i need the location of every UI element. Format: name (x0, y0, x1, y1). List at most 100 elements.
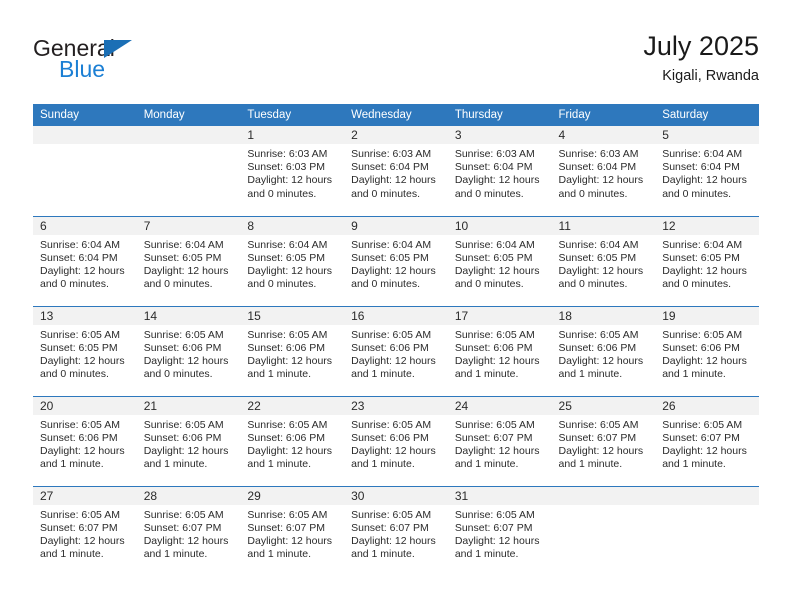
day-info-daylight1: Daylight: 12 hours (558, 264, 644, 277)
weekday-header: Sunday Monday Tuesday Wednesday Thursday Frid… (33, 104, 759, 126)
day-info: Sunrise: 6:05 AM Sunset: 6:07 PM Daylight:… (33, 505, 137, 562)
title-block: July 2025 Kigali, Rwanda (643, 30, 759, 86)
day-info-daylight1: Daylight: 12 hours (454, 534, 540, 547)
calendar-cell-day-31[interactable]: 31 Sunrise: 6:05 AM Sunset: 6:07 PM Dayligh… (447, 485, 552, 576)
calendar-cell-day-29[interactable]: 29 Sunrise: 6:05 AM Sunset: 6:07 PM Dayligh… (240, 485, 345, 576)
day-info: Sunrise: 6:05 AM Sunset: 6:06 PM Daylight:… (552, 325, 656, 382)
calendar-cell-day-11[interactable]: 11 Sunrise: 6:04 AM Sunset: 6:05 PM Dayligh… (551, 215, 656, 306)
day-info-daylight2: and 0 minutes. (247, 187, 317, 200)
day-info-daylight1: Daylight: 12 hours (247, 444, 333, 457)
day-info-sunrise: Sunrise: 6:05 AM (40, 418, 120, 431)
day-number: 3 (447, 126, 552, 144)
day-info-daylight1: Daylight: 12 hours (143, 444, 229, 457)
day-info-daylight1: Daylight: 12 hours (351, 264, 436, 277)
day-info-daylight2: and 1 minute. (40, 458, 104, 471)
calendar-cell-day-25[interactable]: 25 Sunrise: 6:05 AM Sunset: 6:07 PM Dayligh… (551, 395, 656, 486)
day-info: Sunrise: 6:05 AM Sunset: 6:06 PM Daylight:… (137, 325, 241, 382)
calendar-cell-day-14[interactable]: 14 Sunrise: 6:05 AM Sunset: 6:06 PM Dayligh… (136, 305, 241, 396)
calendar-cell-day-22[interactable]: 22 Sunrise: 6:05 AM Sunset: 6:06 PM Dayligh… (240, 395, 345, 486)
day-info-daylight2: and 1 minute. (351, 548, 415, 561)
calendar-cell-day-9[interactable]: 9 Sunrise: 6:04 AM Sunset: 6:05 PM Daylight… (344, 215, 448, 306)
day-info-daylight2: and 0 minutes. (662, 278, 732, 291)
day-number: 21 (136, 396, 241, 415)
day-info-daylight2: and 1 minute. (247, 368, 312, 381)
day-info-sunset: Sunset: 6:06 PM (558, 341, 637, 354)
day-info-sunset: Sunset: 6:06 PM (351, 341, 429, 354)
day-number: 18 (551, 306, 656, 325)
calendar-cell-day-5[interactable]: 5 Sunrise: 6:04 AM Sunset: 6:04 PM Daylight… (655, 126, 759, 216)
day-info-sunrise: Sunrise: 6:04 AM (558, 238, 639, 251)
day-info-sunrise: Sunrise: 6:04 AM (143, 238, 224, 251)
day-number: 25 (551, 396, 656, 415)
calendar-cell-day-4[interactable]: 4 Sunrise: 6:03 AM Sunset: 6:04 PM Daylight… (551, 126, 656, 216)
calendar-cell-day-1[interactable]: 1 Sunrise: 6:03 AM Sunset: 6:03 PM Daylight… (240, 126, 345, 216)
day-info: Sunrise: 6:04 AM Sunset: 6:04 PM Daylight:… (655, 144, 759, 201)
calendar-cell-day-19[interactable]: 19 Sunrise: 6:05 AM Sunset: 6:06 PM Dayligh… (655, 305, 759, 396)
calendar-cell-day-13[interactable]: 13 Sunrise: 6:05 AM Sunset: 6:05 PM Dayligh… (33, 305, 137, 396)
calendar-cell-day-12[interactable]: 12 Sunrise: 6:04 AM Sunset: 6:05 PM Dayligh… (655, 215, 759, 306)
calendar-cell-day-6[interactable]: 6 Sunrise: 6:04 AM Sunset: 6:04 PM Daylight… (33, 215, 137, 306)
day-number: 30 (344, 486, 448, 505)
day-info-sunrise: Sunrise: 6:05 AM (454, 508, 535, 521)
day-info: Sunrise: 6:05 AM Sunset: 6:06 PM Daylight:… (448, 325, 552, 382)
calendar-cell-empty (136, 126, 241, 216)
day-number: 5 (655, 126, 759, 144)
day-info-daylight1: Daylight: 12 hours (558, 354, 644, 367)
page-title: July 2025 (643, 31, 759, 61)
day-info-daylight2: and 0 minutes. (454, 187, 524, 200)
day-info-daylight2: and 0 minutes. (662, 187, 732, 200)
day-info: Sunrise: 6:04 AM Sunset: 6:04 PM Daylight:… (33, 235, 137, 292)
day-number: 26 (655, 396, 759, 415)
day-info-sunrise: Sunrise: 6:05 AM (558, 418, 639, 431)
day-number: 12 (655, 216, 759, 235)
day-info: Sunrise: 6:04 AM Sunset: 6:05 PM Daylight:… (240, 235, 344, 292)
calendar-cell-day-2[interactable]: 2 Sunrise: 6:03 AM Sunset: 6:04 PM Daylight… (344, 126, 448, 216)
calendar-cell-day-17[interactable]: 17 Sunrise: 6:05 AM Sunset: 6:06 PM Dayligh… (447, 305, 552, 396)
weekday-header-sunday: Sunday (33, 104, 137, 126)
day-info-sunrise: Sunrise: 6:04 AM (662, 148, 743, 160)
calendar-cell-day-21[interactable]: 21 Sunrise: 6:05 AM Sunset: 6:06 PM Dayligh… (136, 395, 241, 486)
calendar-cell-day-16[interactable]: 16 Sunrise: 6:05 AM Sunset: 6:06 PM Dayligh… (344, 305, 448, 396)
day-info-sunrise: Sunrise: 6:05 AM (351, 418, 432, 431)
calendar-week-row: 6 Sunrise: 6:04 AM Sunset: 6:04 PM Daylight… (33, 215, 759, 306)
calendar-cell-day-15[interactable]: 15 Sunrise: 6:05 AM Sunset: 6:06 PM Dayligh… (240, 305, 345, 396)
day-info-sunset: Sunset: 6:04 PM (454, 161, 533, 174)
calendar-cell-day-27[interactable]: 27 Sunrise: 6:05 AM Sunset: 6:07 PM Dayligh… (33, 485, 137, 576)
day-info-daylight2: and 0 minutes. (351, 278, 420, 291)
day-info-daylight1: Daylight: 12 hours (143, 264, 229, 277)
calendar-cell-day-10[interactable]: 10 Sunrise: 6:04 AM Sunset: 6:05 PM Dayligh… (447, 215, 552, 306)
weekday-header-thursday: Thursday (447, 104, 552, 126)
calendar-cell-day-24[interactable]: 24 Sunrise: 6:05 AM Sunset: 6:07 PM Dayligh… (447, 395, 552, 486)
weekday-header-monday: Monday (136, 104, 241, 126)
calendar-cell-day-23[interactable]: 23 Sunrise: 6:05 AM Sunset: 6:06 PM Dayligh… (344, 395, 448, 486)
day-info: Sunrise: 6:04 AM Sunset: 6:05 PM Daylight:… (344, 235, 448, 292)
day-info-sunrise: Sunrise: 6:05 AM (351, 508, 432, 521)
generalblue-logo[interactable]: General Blue (33, 30, 163, 88)
calendar-cell-day-3[interactable]: 3 Sunrise: 6:03 AM Sunset: 6:04 PM Daylight… (447, 126, 552, 216)
day-info-sunset: Sunset: 6:07 PM (454, 521, 533, 534)
day-info: Sunrise: 6:05 AM Sunset: 6:07 PM Daylight:… (552, 415, 656, 472)
day-info-daylight2: and 0 minutes. (351, 187, 420, 200)
day-info-sunset: Sunset: 6:04 PM (662, 161, 740, 174)
calendar-cell-day-20[interactable]: 20 Sunrise: 6:05 AM Sunset: 6:06 PM Dayligh… (33, 395, 137, 486)
day-info: Sunrise: 6:05 AM Sunset: 6:06 PM Daylight:… (137, 415, 241, 472)
day-info-daylight1: Daylight: 12 hours (454, 264, 540, 277)
day-info-daylight1: Daylight: 12 hours (662, 264, 747, 277)
day-info-sunset: Sunset: 6:06 PM (247, 341, 326, 354)
day-info-sunset: Sunset: 6:05 PM (662, 251, 740, 264)
day-info-daylight2: and 1 minute. (558, 368, 623, 381)
calendar-cell-day-7[interactable]: 7 Sunrise: 6:04 AM Sunset: 6:05 PM Daylight… (136, 215, 241, 306)
day-info-sunrise: Sunrise: 6:05 AM (247, 418, 328, 431)
calendar-cell-day-18[interactable]: 18 Sunrise: 6:05 AM Sunset: 6:06 PM Dayligh… (551, 305, 656, 396)
day-info-sunrise: Sunrise: 6:03 AM (454, 148, 535, 160)
calendar-cell-day-30[interactable]: 30 Sunrise: 6:05 AM Sunset: 6:07 PM Dayligh… (344, 485, 448, 576)
day-info-daylight2: and 0 minutes. (143, 368, 213, 381)
calendar-cell-day-28[interactable]: 28 Sunrise: 6:05 AM Sunset: 6:07 PM Dayligh… (136, 485, 241, 576)
day-info: Sunrise: 6:05 AM Sunset: 6:06 PM Daylight:… (240, 415, 344, 472)
day-info: Sunrise: 6:05 AM Sunset: 6:07 PM Daylight:… (240, 505, 344, 562)
day-info-daylight1: Daylight: 12 hours (247, 354, 333, 367)
day-info-daylight1: Daylight: 12 hours (40, 264, 125, 277)
calendar-cell-day-26[interactable]: 26 Sunrise: 6:05 AM Sunset: 6:07 PM Dayligh… (655, 395, 759, 486)
day-info-daylight1: Daylight: 12 hours (351, 354, 436, 367)
calendar-cell-day-8[interactable]: 8 Sunrise: 6:04 AM Sunset: 6:05 PM Daylight… (240, 215, 345, 306)
